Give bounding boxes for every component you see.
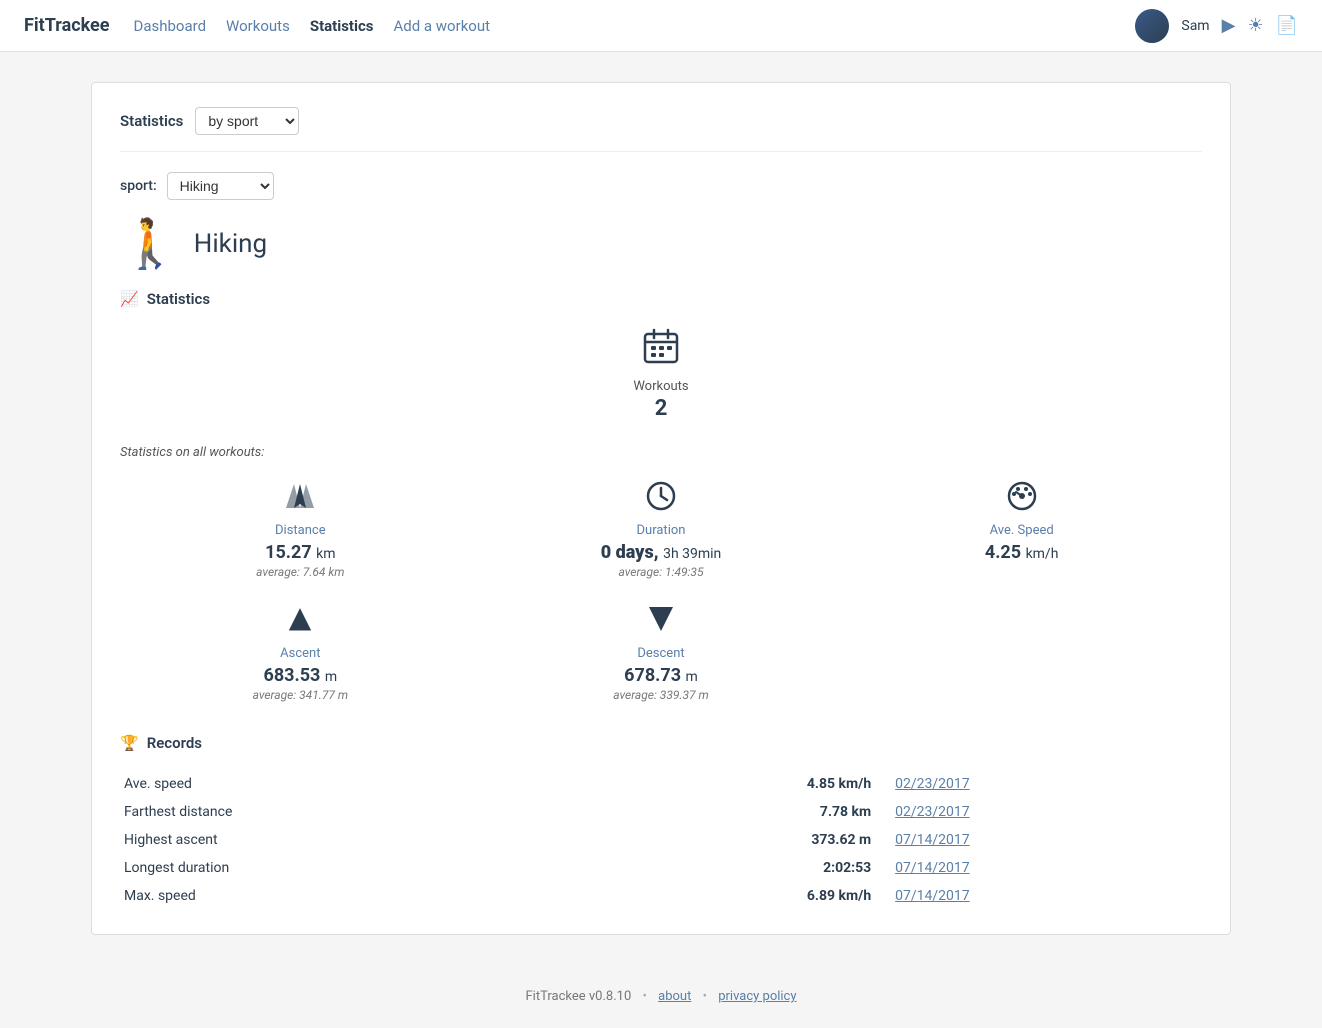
duration-value: 0 days, 3h 39min	[601, 542, 722, 563]
statistics-title: Statistics	[120, 112, 183, 130]
calendar-icon	[641, 326, 681, 375]
record-label: Highest ascent	[120, 826, 559, 854]
logout-icon[interactable]: ▶	[1222, 15, 1236, 36]
nav-right: Sam ▶ ☀ 📄	[1135, 9, 1298, 43]
record-value: 373.62 m	[559, 826, 892, 854]
all-workouts-label: Statistics on all workouts:	[120, 445, 1202, 460]
nav-links: Dashboard Workouts Statistics Add a work…	[133, 13, 1135, 39]
workouts-label: Workouts	[633, 379, 688, 394]
duration-average: average: 1:49:35	[618, 565, 703, 579]
chart-icon: 📈	[120, 290, 139, 308]
descent-average: average: 339.37 m	[613, 688, 708, 702]
records-section: 🏆 Records Ave. speed 4.85 km/h 02/23/201…	[120, 734, 1202, 910]
record-date[interactable]: 07/14/2017	[891, 854, 1202, 882]
record-value: 2:02:53	[559, 854, 892, 882]
record-row: Highest ascent 373.62 m 07/14/2017	[120, 826, 1202, 854]
sport-title-row: 🚶 Hiking	[120, 220, 1202, 268]
record-row: Ave. speed 4.85 km/h 02/23/2017	[120, 770, 1202, 798]
clock-icon	[645, 480, 677, 519]
record-value: 6.89 km/h	[559, 882, 892, 910]
footer-app-name: FitTrackee	[525, 989, 585, 1004]
duration-label: Duration	[637, 523, 686, 538]
ascent-icon	[284, 603, 316, 642]
record-row: Farthest distance 7.78 km 02/23/2017	[120, 798, 1202, 826]
stats-section-label: Statistics	[147, 290, 210, 308]
workouts-count: 2	[655, 396, 668, 421]
username-label: Sam	[1181, 18, 1209, 34]
ave-speed-stat: Ave. Speed 4.25 km/h	[841, 480, 1202, 579]
distance-label: Distance	[275, 523, 326, 538]
stats-section-header: 📈 Statistics	[120, 290, 1202, 308]
ascent-value: 683.53 m	[264, 665, 338, 686]
nav-workouts[interactable]: Workouts	[226, 13, 290, 39]
sport-select[interactable]: Hiking Running Cycling	[167, 172, 274, 200]
language-icon[interactable]: 📄	[1276, 15, 1298, 36]
distance-stat: Distance 15.27 km average: 7.64 km	[120, 480, 481, 579]
avatar-image	[1135, 9, 1169, 43]
record-row: Max. speed 6.89 km/h 07/14/2017	[120, 882, 1202, 910]
footer-about-link[interactable]: about	[658, 989, 691, 1004]
stats-grid: Distance 15.27 km average: 7.64 km Durat…	[120, 480, 1202, 702]
footer-sep2: •	[703, 989, 707, 1004]
record-label: Ave. speed	[120, 770, 559, 798]
sport-label: sport:	[120, 178, 157, 194]
ave-speed-value: 4.25 km/h	[985, 542, 1059, 563]
record-label: Farthest distance	[120, 798, 559, 826]
sport-row: sport: Hiking Running Cycling	[120, 172, 1202, 200]
nav-statistics[interactable]: Statistics	[310, 13, 374, 39]
ascent-stat: Ascent 683.53 m average: 341.77 m	[120, 603, 481, 702]
record-date[interactable]: 07/14/2017	[891, 882, 1202, 910]
descent-label: Descent	[637, 646, 684, 661]
footer-version: v0.8.10	[589, 989, 631, 1004]
record-date[interactable]: 07/14/2017	[891, 826, 1202, 854]
ascent-average: average: 341.77 m	[253, 688, 348, 702]
footer: FitTrackee v0.8.10 • about • privacy pol…	[0, 965, 1322, 1028]
mode-select[interactable]: by sport by time	[195, 107, 299, 135]
record-row: Longest duration 2:02:53 07/14/2017	[120, 854, 1202, 882]
statistics-header: Statistics by sport by time	[120, 107, 1202, 152]
descent-icon	[645, 603, 677, 642]
record-value: 7.78 km	[559, 798, 892, 826]
sport-name: Hiking	[194, 229, 267, 259]
theme-icon[interactable]: ☀	[1247, 15, 1263, 36]
main-content: Statistics by sport by time sport: Hikin…	[71, 82, 1251, 935]
statistics-card: Statistics by sport by time sport: Hikin…	[91, 82, 1231, 935]
descent-value: 678.73 m	[624, 665, 698, 686]
nav-add-workout[interactable]: Add a workout	[393, 13, 490, 39]
duration-stat: Duration 0 days, 3h 39min average: 1:49:…	[481, 480, 842, 579]
records-header: 🏆 Records	[120, 734, 1202, 752]
record-label: Longest duration	[120, 854, 559, 882]
descent-stat: Descent 678.73 m average: 339.37 m	[481, 603, 842, 702]
footer-sep1: •	[643, 989, 647, 1004]
ave-speed-label: Ave. Speed	[990, 523, 1054, 538]
brand-link[interactable]: FitTrackee	[24, 15, 109, 36]
records-label: Records	[147, 734, 202, 752]
records-table: Ave. speed 4.85 km/h 02/23/2017 Farthest…	[120, 770, 1202, 910]
trophy-icon: 🏆	[120, 734, 139, 752]
distance-value: 15.27 km	[265, 542, 335, 563]
distance-average: average: 7.64 km	[256, 565, 344, 579]
nav-dashboard[interactable]: Dashboard	[133, 13, 206, 39]
record-date[interactable]: 02/23/2017	[891, 798, 1202, 826]
record-value: 4.85 km/h	[559, 770, 892, 798]
hiking-figure-icon: 🚶	[120, 220, 180, 268]
road-icon	[284, 480, 316, 519]
record-date[interactable]: 02/23/2017	[891, 770, 1202, 798]
navbar: FitTrackee Dashboard Workouts Statistics…	[0, 0, 1322, 52]
workouts-center: Workouts 2	[120, 326, 1202, 421]
ascent-label: Ascent	[280, 646, 320, 661]
footer-privacy-link[interactable]: privacy policy	[718, 989, 796, 1004]
speedometer-icon	[1006, 480, 1038, 519]
avatar	[1135, 9, 1169, 43]
record-label: Max. speed	[120, 882, 559, 910]
